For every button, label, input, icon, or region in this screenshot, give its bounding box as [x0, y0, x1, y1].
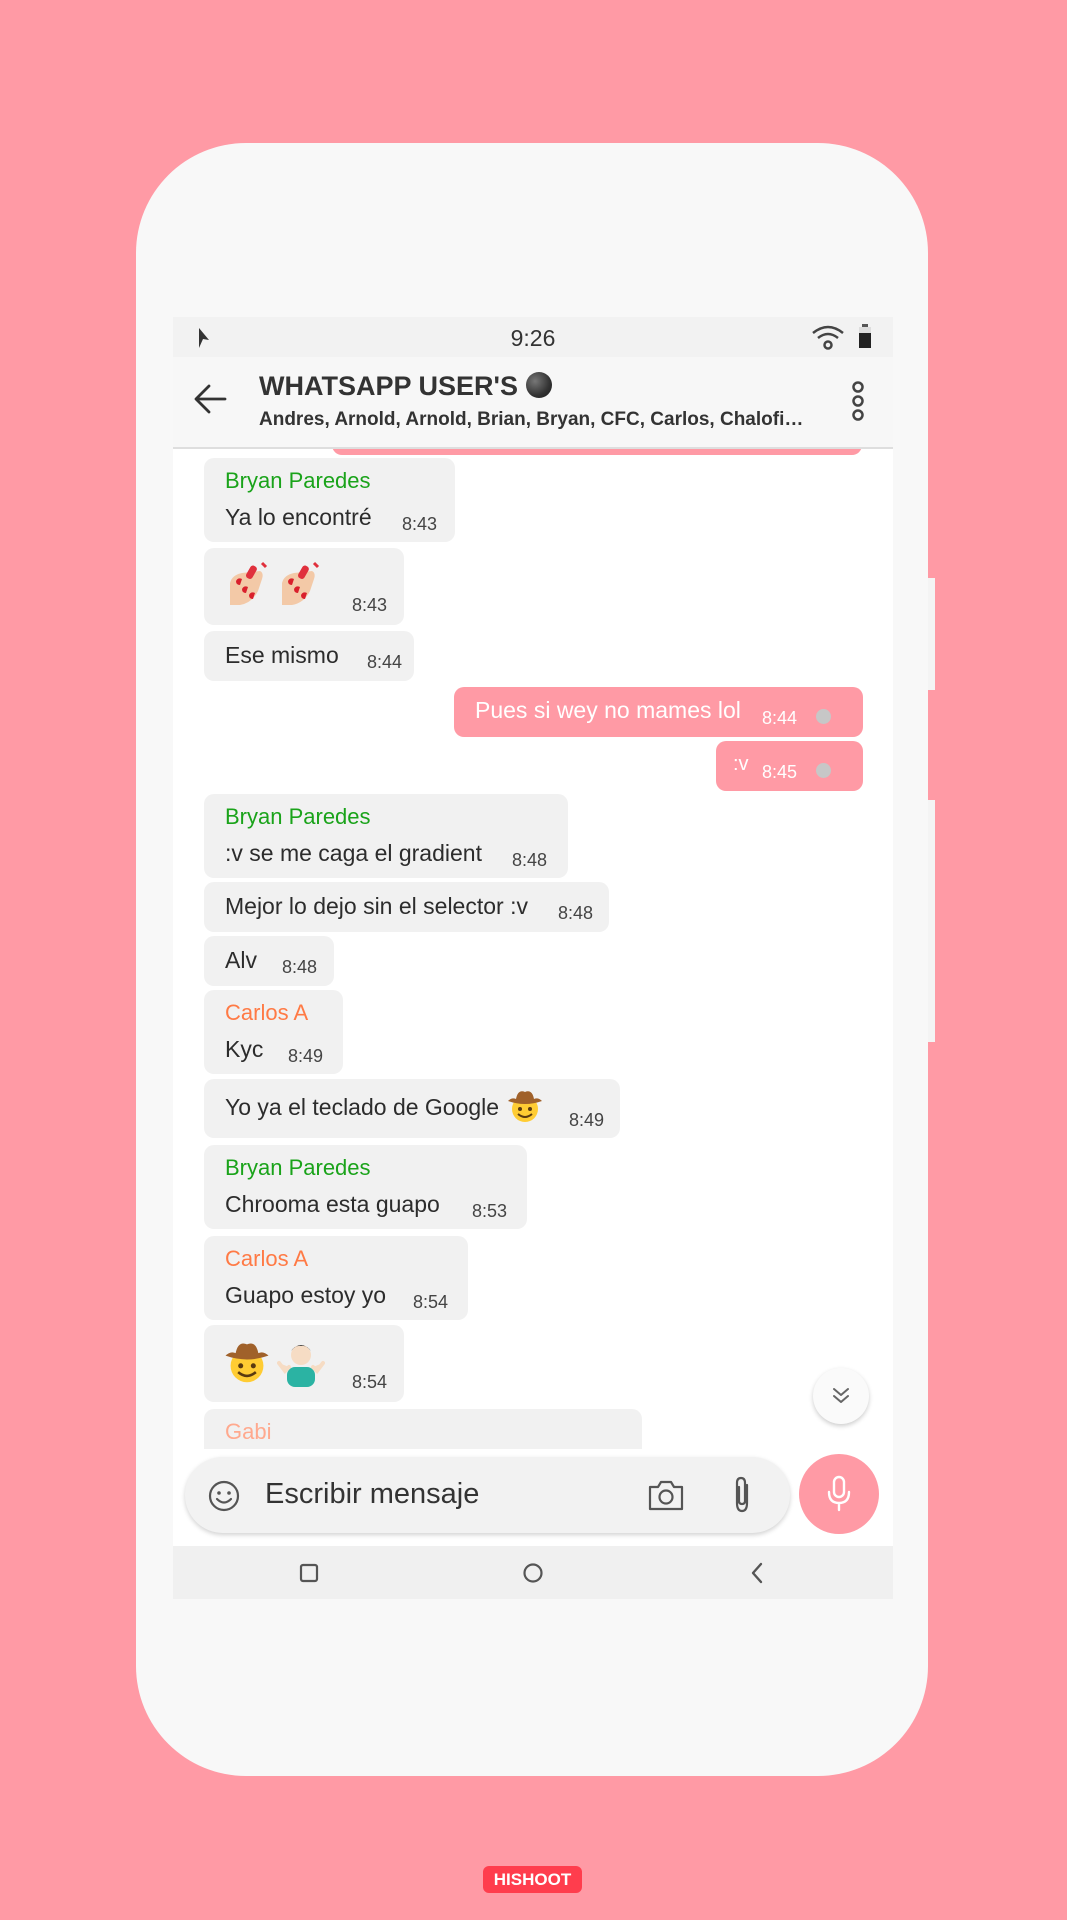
sender-name: Bryan Paredes — [225, 468, 371, 493]
message-bubble[interactable]: Yo ya el teclado de Google 8:49 — [204, 1079, 620, 1138]
status-time: 9:26 — [510, 325, 556, 351]
message-bubble[interactable]: Gabi — [204, 1409, 642, 1449]
message-text: Yo ya el teclado de Google — [225, 1094, 500, 1120]
message-bubble-outgoing[interactable]: :v 8:45 — [716, 741, 863, 791]
double-chevron-down-icon — [833, 1388, 849, 1403]
more-options-icon[interactable] — [843, 377, 873, 425]
watermark-badge: HISHOOT — [483, 1866, 582, 1893]
message-bubble[interactable]: Bryan Paredes Chrooma esta guapo 8:53 — [204, 1145, 527, 1229]
message-bubble[interactable]: Bryan Paredes :v se me caga el gradient … — [204, 794, 568, 878]
back-chevron-icon[interactable] — [745, 1560, 771, 1586]
message-composer[interactable]: Escribir mensaje — [185, 1457, 790, 1533]
phone-screen: 9:26 WHATSAPP USER'S Andres, Arnold, Arn… — [173, 317, 893, 1599]
message-input[interactable]: Escribir mensaje — [265, 1478, 479, 1511]
scroll-to-bottom-button[interactable] — [813, 1368, 869, 1424]
battery-icon — [859, 324, 871, 348]
group-title[interactable]: WHATSAPP USER'S — [259, 371, 552, 402]
message-bubble[interactable]: Mejor lo dejo sin el selector :v 8:48 — [204, 882, 609, 932]
message-text: :v — [733, 753, 749, 775]
sender-name: Bryan Paredes — [225, 1155, 371, 1180]
sender-name: Bryan Paredes — [225, 804, 371, 829]
voice-message-button[interactable] — [799, 1454, 879, 1534]
volume-button — [928, 578, 935, 690]
system-nav-bar — [173, 1546, 893, 1599]
nail-polish-emoji — [282, 561, 320, 605]
message-bubble[interactable]: Carlos A Kyc 8:49 — [204, 990, 343, 1074]
group-members[interactable]: Andres, Arnold, Arnold, Brian, Bryan, CF… — [259, 409, 819, 431]
person-shrugging-emoji — [277, 1345, 325, 1387]
message-text: :v se me caga el gradient — [225, 840, 482, 866]
message-text: Alv — [225, 947, 257, 973]
status-bar: 9:26 — [173, 317, 893, 357]
paperclip-icon[interactable] — [731, 1475, 753, 1515]
message-bubble[interactable]: 8:43 — [204, 548, 404, 625]
sender-name: Gabi — [225, 1419, 272, 1444]
message-text: Pues si wey no mames lol — [475, 697, 741, 723]
message-list[interactable]: Bryan Paredes Ya lo encontré 8:43 8:43 E… — [173, 449, 893, 1449]
wifi-icon — [812, 325, 844, 350]
message-bubble[interactable]: Carlos A Guapo estoy yo 8:54 — [204, 1236, 468, 1320]
message-time: 8:48 — [282, 957, 318, 977]
message-time: 8:48 — [512, 850, 548, 870]
black-ball-emoji — [525, 372, 552, 398]
message-time: 8:43 — [352, 595, 388, 615]
cowboy-face-emoji — [225, 1343, 269, 1383]
cowboy-face-emoji — [508, 1091, 542, 1122]
delivery-status-icon — [816, 709, 831, 724]
message-text: Ese mismo — [225, 642, 339, 668]
message-time: 8:44 — [367, 652, 403, 672]
sender-name: Carlos A — [225, 1246, 309, 1271]
message-time: 8:49 — [569, 1110, 605, 1130]
message-bubble[interactable]: Bryan Paredes Ya lo encontré 8:43 — [204, 458, 455, 542]
message-text: Ya lo encontré — [225, 504, 372, 530]
message-time: 8:54 — [352, 1372, 388, 1392]
message-time: 8:43 — [402, 514, 438, 534]
delivery-status-icon — [816, 763, 831, 778]
message-time: 8:53 — [472, 1201, 508, 1221]
message-time: 8:44 — [762, 708, 798, 728]
message-time: 8:45 — [762, 762, 798, 782]
camera-icon[interactable] — [647, 1478, 685, 1512]
message-bubble[interactable]: Alv 8:48 — [204, 936, 334, 986]
message-bubble-partial — [332, 449, 862, 455]
chat-header: WHATSAPP USER'S Andres, Arnold, Arnold, … — [173, 357, 893, 449]
message-text: Mejor lo dejo sin el selector :v — [225, 893, 528, 919]
sender-name: Carlos A — [225, 1000, 309, 1025]
message-bubble-outgoing[interactable]: Pues si wey no mames lol 8:44 — [454, 687, 863, 737]
power-button — [928, 800, 935, 1042]
message-time: 8:49 — [288, 1046, 324, 1066]
message-text: Kyc — [225, 1036, 264, 1062]
message-bubble[interactable]: 8:54 — [204, 1325, 404, 1402]
message-text: Guapo estoy yo — [225, 1282, 387, 1308]
recents-square-icon[interactable] — [296, 1560, 322, 1586]
smiley-icon[interactable] — [207, 1479, 241, 1513]
message-text: Chrooma esta guapo — [225, 1191, 440, 1217]
microphone-icon — [827, 1475, 851, 1512]
message-bubble[interactable]: Ese mismo 8:44 — [204, 631, 414, 681]
back-arrow-icon[interactable] — [191, 379, 231, 419]
home-circle-icon[interactable] — [520, 1560, 546, 1586]
message-time: 8:54 — [413, 1292, 449, 1312]
nail-polish-emoji — [230, 561, 268, 605]
group-name: WHATSAPP USER'S — [259, 371, 518, 401]
message-time: 8:48 — [558, 903, 594, 923]
